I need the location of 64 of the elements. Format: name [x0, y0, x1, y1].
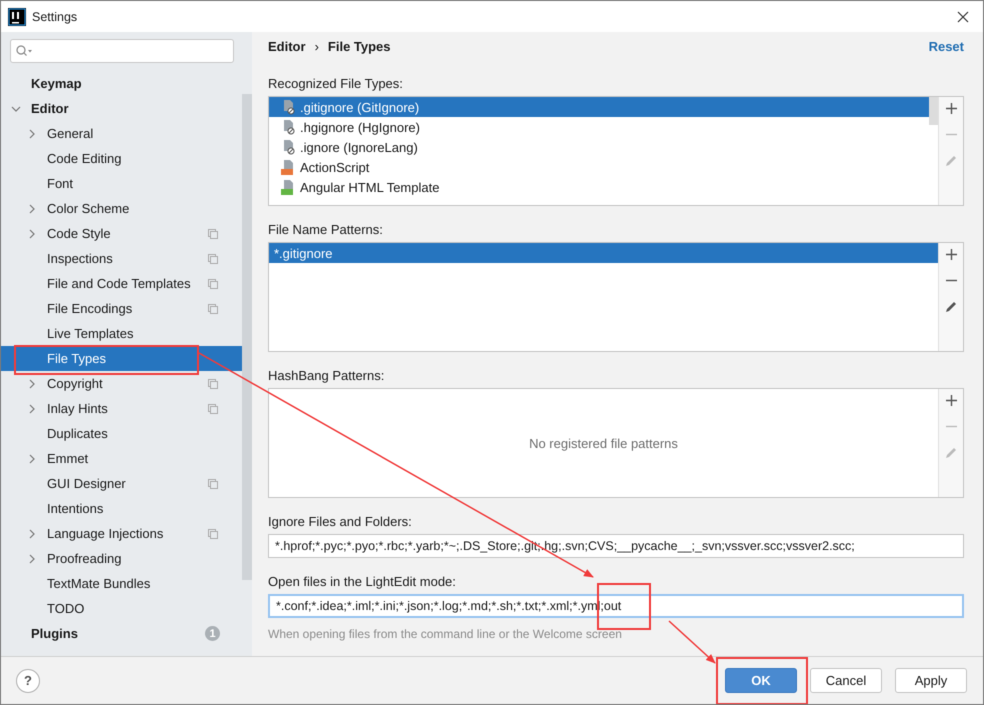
window-title: Settings: [32, 10, 78, 24]
chevron-right-icon[interactable]: [27, 528, 37, 538]
list-item[interactable]: .hgignore (HgIgnore): [269, 117, 929, 137]
tree-item[interactable]: TextMate Bundles: [1, 571, 242, 596]
search-field[interactable]: [10, 39, 234, 63]
tree-item[interactable]: Live Templates: [1, 321, 242, 346]
close-icon[interactable]: [957, 10, 969, 22]
tree-item[interactable]: Editor: [1, 96, 242, 121]
tree-item[interactable]: Inlay Hints: [1, 396, 242, 421]
tree-item[interactable]: File Types: [1, 346, 242, 371]
list-item[interactable]: Angular HTML Template: [269, 177, 929, 197]
dialog-button[interactable]: Apply: [895, 668, 967, 693]
tree-item[interactable]: File Encodings: [1, 296, 242, 321]
count-badge: 1: [205, 626, 220, 641]
list-item[interactable]: .gitignore (GitIgnore): [269, 97, 929, 117]
annotation-arrow: [668, 620, 716, 664]
tree-item[interactable]: Code Style: [1, 221, 242, 246]
chevron-right-icon[interactable]: [27, 454, 37, 464]
add-icon[interactable]: [946, 103, 956, 114]
chevron-right-icon[interactable]: [27, 228, 37, 238]
tree-item[interactable]: TODO: [1, 596, 242, 621]
chevron-right-icon[interactable]: [27, 204, 37, 214]
dialog-button[interactable]: Cancel: [810, 668, 882, 693]
tree-item[interactable]: GUI Designer: [1, 471, 242, 496]
list-item[interactable]: ActionScript: [269, 157, 929, 177]
tree-item[interactable]: Inspections: [1, 246, 242, 271]
tree-item[interactable]: Emmet: [1, 446, 242, 471]
list-item[interactable]: *.gitignore: [269, 243, 938, 263]
chevron-down-icon[interactable]: [11, 104, 21, 114]
tree-item[interactable]: Keymap: [1, 71, 242, 96]
breadcrumb: Editor › File Types: [268, 38, 391, 54]
list-item[interactable]: .ignore (IgnoreLang): [269, 137, 929, 157]
tree-item[interactable]: General: [1, 121, 242, 146]
tree-item[interactable]: Plugins 1: [1, 621, 242, 646]
field-hint: When opening files from the command line or the Welcome screen: [268, 627, 623, 641]
section-label: File Name Patterns:: [268, 222, 384, 237]
scrollbar[interactable]: [242, 94, 252, 580]
edit-icon[interactable]: [945, 301, 957, 313]
tree-item[interactable]: Font: [1, 171, 242, 196]
section-label: HashBang Patterns:: [268, 368, 386, 383]
tree-item[interactable]: Copyright: [1, 371, 242, 396]
add-icon[interactable]: [946, 249, 956, 260]
field-label: Ignore Files and Folders:: [268, 514, 413, 529]
tree-item[interactable]: Language Injections: [1, 521, 242, 546]
tree-item[interactable]: Intentions: [1, 496, 242, 521]
chevron-right-icon[interactable]: [27, 128, 37, 138]
tree-item[interactable]: Proofreading: [1, 546, 242, 571]
app-logo-icon: [8, 8, 26, 26]
tree-item[interactable]: Duplicates: [1, 421, 242, 446]
add-icon[interactable]: [946, 395, 956, 406]
chevron-right-icon[interactable]: [27, 378, 37, 388]
tree-item[interactable]: Code Editing: [1, 146, 242, 171]
empty-message: No registered file patterns: [529, 436, 678, 450]
help-button[interactable]: ?: [16, 668, 40, 692]
tree-item[interactable]: Color Scheme: [1, 196, 242, 221]
section-label: Recognized File Types:: [268, 76, 404, 91]
chevron-right-icon[interactable]: [27, 554, 37, 564]
tree-item[interactable]: File and Code Templates: [1, 271, 242, 296]
search-icon: [16, 45, 32, 57]
dialog-button[interactable]: OK: [725, 668, 797, 693]
field-label: Open files in the LightEdit mode:: [268, 574, 457, 589]
chevron-right-icon[interactable]: [27, 404, 37, 414]
scrollbar[interactable]: [929, 97, 938, 125]
reset-link[interactable]: Reset: [928, 38, 964, 54]
